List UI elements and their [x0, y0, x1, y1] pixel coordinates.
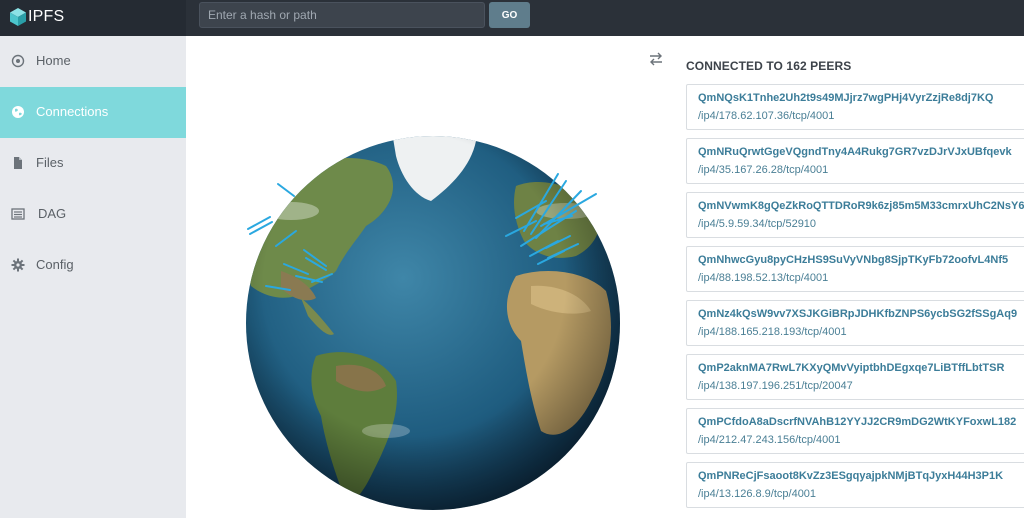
sidebar-item-home[interactable]: Home — [0, 36, 186, 87]
peer-address: /ip4/188.165.218.193/tcp/4001 — [698, 326, 847, 338]
peer-id[interactable]: QmNz4kQsW9vv7XSJKGiBRpJDHKfbZNPS6ycbSG2f… — [698, 308, 1017, 320]
peer-list-item[interactable]: QmP2aknMA7RwL7KXyQMvVyiptbhDEgxqe7LiBTff… — [686, 354, 1024, 400]
sidebar-item-label: Connections — [36, 104, 109, 119]
peers-count-heading: CONNECTED TO 162 PEERS — [686, 59, 852, 73]
peer-id[interactable]: QmPNReCjFsaoot8KvZz3ESgqyajpkNMjBTqJyxH4… — [698, 470, 1003, 482]
peer-address: /ip4/212.47.243.156/tcp/4001 — [698, 434, 841, 446]
sidebar-item-label: DAG — [38, 206, 67, 221]
peer-list-item[interactable]: QmNz4kQsW9vv7XSJKGiBRpJDHKfbZNPS6ycbSG2f… — [686, 300, 1024, 346]
peer-list-item[interactable]: QmNhwcGyu8pyCHzHS9SuVyVNbg8SjpTKyFb72oof… — [686, 246, 1024, 292]
sidebar-item-connections[interactable]: Connections — [0, 87, 186, 138]
globe-icon — [12, 106, 24, 118]
peer-id[interactable]: QmNVwmK8gQeZkRoQTTDRoR9k6zj85m5M33cmrxUh… — [698, 200, 1024, 212]
sidebar-item-config[interactable]: Config — [0, 240, 186, 291]
peer-address: /ip4/178.62.107.36/tcp/4001 — [698, 110, 835, 122]
peer-list-item[interactable]: QmPCfdoA8aDscrfNVAhB12YYJJ2CR9mDG2WtKYFo… — [686, 408, 1024, 454]
sidebar-item-label: Files — [36, 155, 64, 170]
peer-address: /ip4/5.9.59.34/tcp/52910 — [698, 218, 817, 230]
peer-address: /ip4/88.198.52.13/tcp/4001 — [698, 272, 829, 284]
sidebar-item-files[interactable]: Files — [0, 138, 186, 189]
peer-address: /ip4/35.167.26.28/tcp/4001 — [698, 164, 829, 176]
peer-map — [186, 36, 672, 518]
go-button[interactable]: GO — [489, 2, 530, 28]
target-icon — [11, 54, 25, 68]
list-icon — [11, 208, 25, 220]
sidebar: Home Connections Files DAG Config — [0, 36, 186, 518]
peers-panel: CONNECTED TO 162 PEERS QmNQsK1Tnhe2Uh2t9… — [672, 36, 1024, 518]
sidebar-item-dag[interactable]: DAG — [0, 189, 186, 240]
brand-name: IPFS — [28, 8, 65, 25]
peer-id[interactable]: QmPCfdoA8aDscrfNVAhB12YYJJ2CR9mDG2WtKYFo… — [698, 416, 1016, 428]
peer-list-item[interactable]: QmNQsK1Tnhe2Uh2t9s49MJjrz7wgPHj4VyrZzjRe… — [686, 84, 1024, 130]
peer-id[interactable]: QmNhwcGyu8pyCHzHS9SuVyVNbg8SjpTKyFb72oof… — [698, 254, 1008, 266]
top-bar: IPFS GO — [0, 0, 1024, 36]
peer-id[interactable]: QmNRuQrwtGgeVQgndTny4A4Rukg7GR7vzDJrVJxU… — [698, 146, 1012, 158]
search-input[interactable] — [199, 2, 485, 28]
globe[interactable] — [186, 36, 672, 518]
sidebar-item-label: Config — [36, 257, 74, 272]
peer-list-item[interactable]: QmPNReCjFsaoot8KvZz3ESgqyajpkNMjBTqJyxH4… — [686, 462, 1024, 508]
gear-icon — [11, 258, 25, 272]
ipfs-cube-icon — [10, 8, 26, 26]
peer-id[interactable]: QmP2aknMA7RwL7KXyQMvVyiptbhDEgxqe7LiBTff… — [698, 362, 1004, 374]
peer-address: /ip4/13.126.8.9/tcp/4001 — [698, 488, 817, 500]
peer-list-item[interactable]: QmNVwmK8gQeZkRoQTTDRoR9k6zj85m5M33cmrxUh… — [686, 192, 1024, 238]
peer-id[interactable]: QmNQsK1Tnhe2Uh2t9s49MJjrz7wgPHj4VyrZzjRe… — [698, 92, 993, 104]
peer-list-item[interactable]: QmNRuQrwtGgeVQgndTny4A4Rukg7GR7vzDJrVJxU… — [686, 138, 1024, 184]
brand[interactable]: IPFS — [0, 0, 186, 36]
file-icon — [14, 157, 22, 169]
sidebar-item-label: Home — [36, 53, 71, 68]
swap-view-icon[interactable] — [648, 52, 664, 66]
peer-address: /ip4/138.197.196.251/tcp/20047 — [698, 380, 853, 392]
